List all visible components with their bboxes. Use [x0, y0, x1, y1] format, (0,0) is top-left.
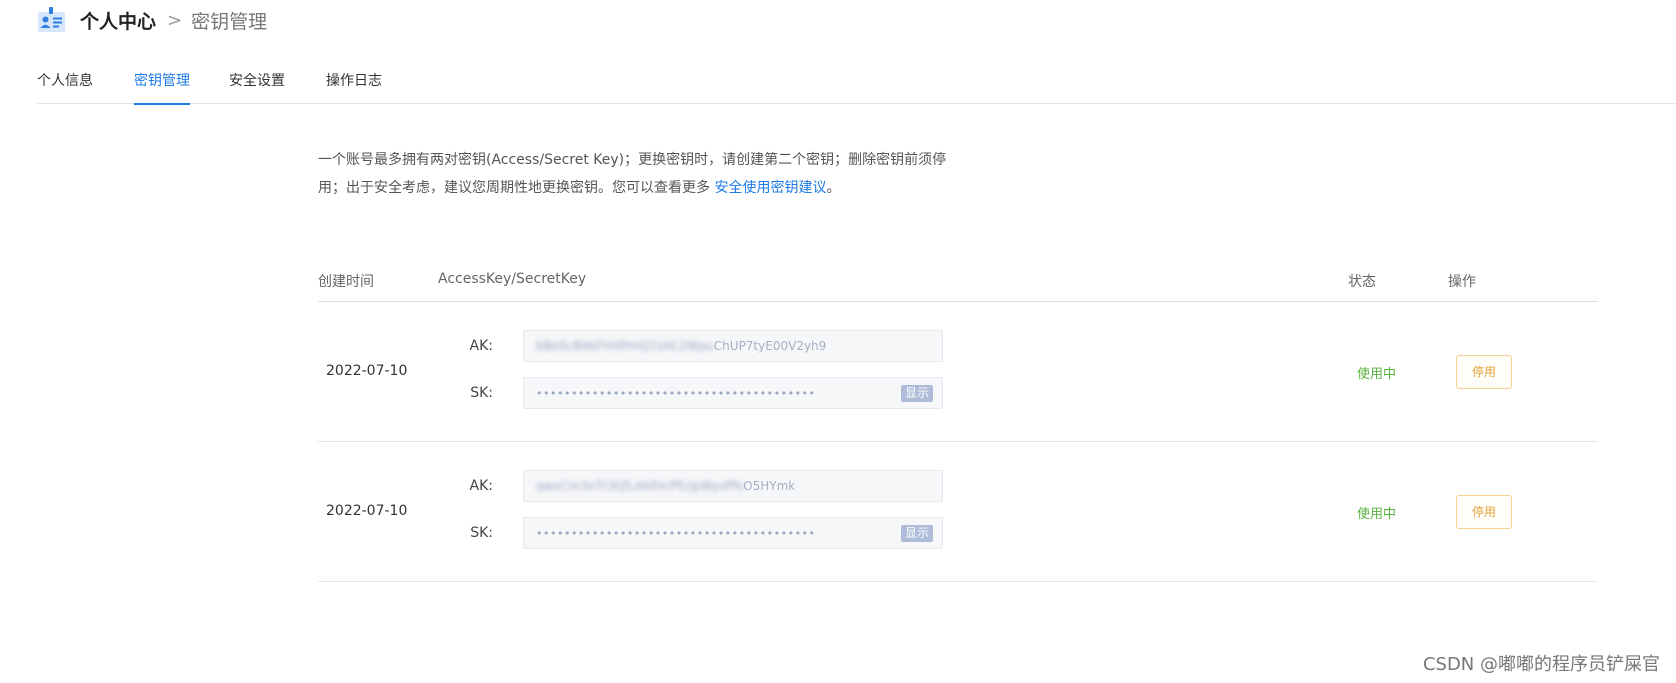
tab-key-management[interactable]: 密钥管理: [134, 70, 190, 105]
table-row: 2022-07-10 AK: qwxCm3xTt3tZLAkfHcPfLtpWy…: [318, 442, 1598, 582]
header-keys: AccessKey/SecretKey: [438, 271, 587, 287]
security-advice-link[interactable]: 安全使用密钥建议: [714, 180, 826, 196]
sk-label: SK:: [470, 385, 493, 401]
show-secret-button[interactable]: 显示: [900, 385, 933, 402]
show-secret-button[interactable]: 显示: [900, 525, 933, 542]
access-key-masked: bBo5cB4kFHXPmQ7zAC2Wpu: [536, 339, 714, 353]
tab-security-settings[interactable]: 安全设置: [229, 70, 285, 104]
header-action: 操作: [1448, 274, 1476, 290]
access-key-visible: O5HYmk: [743, 479, 796, 493]
breadcrumb-root[interactable]: 个人中心: [80, 7, 156, 34]
notice-line-2-end: 。: [826, 180, 841, 196]
secret-key-value: ••••••••••••••••••••••••••••••••••••••••: [536, 387, 816, 400]
page-header: 个人中心 > 密钥管理: [37, 4, 267, 36]
tab-operation-log[interactable]: 操作日志: [326, 70, 382, 104]
ak-label: AK:: [469, 478, 493, 494]
created-date: 2022-07-10: [326, 363, 408, 379]
table-header: 创建时间 AccessKey/SecretKey 状态 操作: [318, 258, 1598, 302]
disable-key-button[interactable]: 停用: [1456, 355, 1512, 389]
notice-line-2-text: 用；出于安全考虑，建议您周期性地更换密钥。您可以查看更多: [318, 180, 715, 196]
status-badge: 使用中: [1357, 507, 1397, 522]
access-key-field[interactable]: bBo5cB4kFHXPmQ7zAC2WpuChUP7tyE00V2yh9: [523, 330, 943, 362]
chevron-right-icon: >: [167, 9, 183, 31]
access-key-field[interactable]: qwxCm3xTt3tZLAkfHcPfLtpWyzPfsO5HYmk: [523, 470, 943, 502]
secret-key-field[interactable]: ••••••••••••••••••••••••••••••••••••••••…: [523, 377, 943, 409]
header-created-time: 创建时间: [318, 274, 374, 290]
notice-line-2: 用；出于安全考虑，建议您周期性地更换密钥。您可以查看更多 安全使用密钥建议。: [318, 174, 948, 202]
breadcrumb-current: 密钥管理: [191, 10, 268, 33]
access-key-masked: qwxCm3xTt3tZLAkfHcPfLtpWyzPfs: [536, 479, 744, 493]
ak-label: AK:: [469, 338, 493, 354]
status-badge: 使用中: [1357, 367, 1397, 382]
tab-bar: 个人信息 密钥管理 安全设置 操作日志: [37, 62, 1676, 105]
key-notice: 一个账号最多拥有两对密钥(Access/Secret Key)；更换密钥时，请创…: [318, 146, 948, 202]
key-table: 创建时间 AccessKey/SecretKey 状态 操作 2022-07-1…: [318, 258, 1598, 582]
access-key-visible: ChUP7tyE00V2yh9: [713, 339, 827, 353]
created-date: 2022-07-10: [326, 503, 408, 519]
secret-key-value: ••••••••••••••••••••••••••••••••••••••••: [536, 527, 816, 540]
sk-label: SK:: [470, 525, 493, 541]
id-card-icon: [37, 6, 67, 34]
secret-key-field[interactable]: ••••••••••••••••••••••••••••••••••••••••…: [523, 517, 943, 549]
tab-personal-info[interactable]: 个人信息: [37, 70, 93, 104]
disable-key-button[interactable]: 停用: [1456, 495, 1512, 529]
notice-line-1: 一个账号最多拥有两对密钥(Access/Secret Key)；更换密钥时，请创…: [318, 152, 947, 168]
watermark: CSDN @嘟嘟的程序员铲屎官: [1422, 654, 1660, 675]
table-row: 2022-07-10 AK: bBo5cB4kFHXPmQ7zAC2WpuChU…: [318, 302, 1598, 442]
header-status: 状态: [1348, 274, 1376, 290]
